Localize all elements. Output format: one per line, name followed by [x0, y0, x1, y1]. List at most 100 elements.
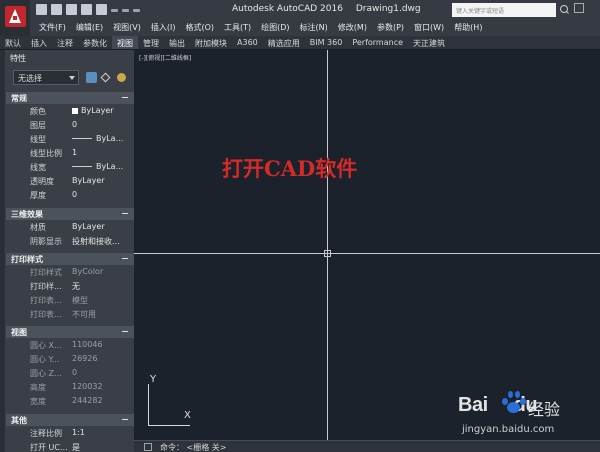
- undo-icon[interactable]: [111, 9, 118, 12]
- new-file-icon[interactable]: [36, 4, 47, 15]
- quick-select-icon[interactable]: [117, 73, 126, 82]
- property-row[interactable]: 圆心 Y... 26926: [6, 352, 134, 366]
- property-row[interactable]: 线型 ByLa...: [6, 132, 134, 146]
- property-row[interactable]: 材质 ByLayer: [6, 220, 134, 234]
- tab-a360[interactable]: A360: [232, 36, 263, 49]
- menu-file[interactable]: 文件(F): [30, 19, 71, 34]
- section-title: 常规: [11, 94, 27, 103]
- section-header-3d-effects[interactable]: 三维效果: [6, 208, 134, 220]
- application-menu-button[interactable]: [0, 0, 30, 36]
- property-key: 线型: [30, 135, 46, 144]
- property-row[interactable]: 宽度 244282: [6, 394, 134, 408]
- property-row[interactable]: 图层 0: [6, 118, 134, 132]
- property-value: 不可用: [72, 310, 96, 319]
- property-row[interactable]: 圆心 Z... 0: [6, 366, 134, 380]
- customize-toolbar-icon[interactable]: [133, 9, 140, 12]
- property-key: 透明度: [30, 177, 54, 186]
- property-value-text: ByLa...: [96, 134, 124, 143]
- section-header-plot-style[interactable]: 打印样式: [6, 253, 134, 265]
- property-row[interactable]: 打开 UC... 是: [6, 440, 134, 452]
- menu-dimension[interactable]: 标注(N): [295, 19, 333, 34]
- collapse-icon[interactable]: [122, 331, 128, 332]
- tab-bim360[interactable]: BIM 360: [305, 36, 348, 49]
- redo-icon[interactable]: [122, 9, 129, 12]
- property-value: 模型: [72, 296, 88, 305]
- property-row[interactable]: 打印样... 无: [6, 279, 134, 293]
- property-row[interactable]: 透明度 ByLayer: [6, 174, 134, 188]
- property-row[interactable]: 注释比例 1:1: [6, 426, 134, 440]
- tab-addins[interactable]: 附加模块: [190, 36, 232, 49]
- property-row[interactable]: 线宽 ByLa...: [6, 160, 134, 174]
- chevron-down-icon: [69, 76, 75, 80]
- menu-insert[interactable]: 插入(I): [146, 19, 181, 34]
- tab-view[interactable]: 视图: [112, 36, 138, 49]
- tab-parametric[interactable]: 参数化: [78, 36, 112, 49]
- collapse-icon[interactable]: [122, 97, 128, 98]
- menu-help[interactable]: 帮助(H): [449, 19, 487, 34]
- save-as-icon[interactable]: [81, 4, 92, 15]
- menu-format[interactable]: 格式(O): [180, 19, 219, 34]
- property-key: 材质: [30, 223, 46, 232]
- property-key: 打印表...: [30, 310, 62, 319]
- menu-draw[interactable]: 绘图(D): [256, 19, 294, 34]
- ucs-x-axis: [148, 425, 190, 426]
- property-key: 圆心 X...: [30, 341, 62, 350]
- property-row[interactable]: 圆心 X... 110046: [6, 338, 134, 352]
- ucs-y-axis: [148, 384, 149, 426]
- tab-default[interactable]: 默认: [0, 36, 26, 49]
- menu-modify[interactable]: 修改(M): [333, 19, 372, 34]
- print-icon[interactable]: [96, 4, 107, 15]
- save-icon[interactable]: [66, 4, 77, 15]
- property-row[interactable]: 高度 120032: [6, 380, 134, 394]
- tab-performance[interactable]: Performance: [347, 36, 408, 49]
- autocad-logo-icon: [5, 6, 26, 27]
- property-value: ByLayer: [72, 106, 114, 115]
- section-header-misc[interactable]: 其他: [6, 414, 134, 426]
- collapse-icon[interactable]: [122, 258, 128, 259]
- toggle-pickadd-icon[interactable]: [86, 72, 97, 83]
- collapse-icon[interactable]: [122, 419, 128, 420]
- baidu-jingyan-watermark: Bai du 经验 jingyan.baidu.com: [456, 386, 582, 438]
- linetype-sample-icon: [72, 138, 92, 139]
- section-header-general[interactable]: 常规: [6, 92, 134, 104]
- tab-tangent[interactable]: 天正建筑: [408, 36, 450, 49]
- tab-annotate[interactable]: 注释: [52, 36, 78, 49]
- property-row[interactable]: 线型比例 1: [6, 146, 134, 160]
- property-value: 244282: [72, 396, 103, 405]
- collapse-icon[interactable]: [122, 213, 128, 214]
- property-row[interactable]: 打印样式 ByColor: [6, 265, 134, 279]
- section-header-view[interactable]: 视图: [6, 326, 134, 338]
- property-value: ByLayer: [72, 222, 105, 231]
- property-row[interactable]: 阴影显示 投射和接收...: [6, 234, 134, 248]
- tab-insert[interactable]: 插入: [26, 36, 52, 49]
- property-key: 打印样...: [30, 282, 62, 291]
- menu-parametric[interactable]: 参数(P): [372, 19, 409, 34]
- select-objects-icon[interactable]: [100, 72, 111, 83]
- property-value: 0: [72, 190, 78, 199]
- menu-window[interactable]: 窗口(W): [409, 19, 449, 34]
- tab-featured-apps[interactable]: 精选应用: [263, 36, 305, 49]
- search-icon[interactable]: [558, 4, 570, 16]
- drawing-canvas[interactable]: [-][俯视][二维线框] 打开CAD软件 Y X: [134, 50, 600, 440]
- section-title: 视图: [11, 328, 27, 337]
- property-row[interactable]: 打印表... 不可用: [6, 307, 134, 321]
- close-icon[interactable]: [144, 443, 152, 451]
- property-row[interactable]: 厚度 0: [6, 188, 134, 202]
- tab-output[interactable]: 输出: [164, 36, 190, 49]
- section-misc: 其他 注释比例 1:1 打开 UC... 是: [6, 414, 134, 452]
- open-file-icon[interactable]: [51, 4, 62, 15]
- selection-dropdown[interactable]: 无选择: [13, 70, 79, 85]
- menu-edit[interactable]: 编辑(E): [71, 19, 108, 34]
- viewport-controls[interactable]: [-][俯视][二维线框]: [139, 53, 191, 62]
- property-key: 打印样式: [30, 268, 62, 277]
- section-title: 其他: [11, 416, 27, 425]
- command-line[interactable]: 命令： <栅格 关>: [134, 440, 600, 452]
- menu-view[interactable]: 视图(V): [108, 19, 146, 34]
- property-row[interactable]: 颜色 ByLayer: [6, 104, 134, 118]
- help-search-input[interactable]: 键入关键字或短语: [452, 3, 556, 17]
- tab-manage[interactable]: 管理: [138, 36, 164, 49]
- ribbon-tabs: 默认 插入 注释 参数化 视图 管理 输出 附加模块 A360 精选应用 BIM…: [0, 36, 600, 50]
- property-row[interactable]: 打印表... 模型: [6, 293, 134, 307]
- window-button[interactable]: [574, 3, 584, 13]
- menu-tools[interactable]: 工具(T): [219, 19, 256, 34]
